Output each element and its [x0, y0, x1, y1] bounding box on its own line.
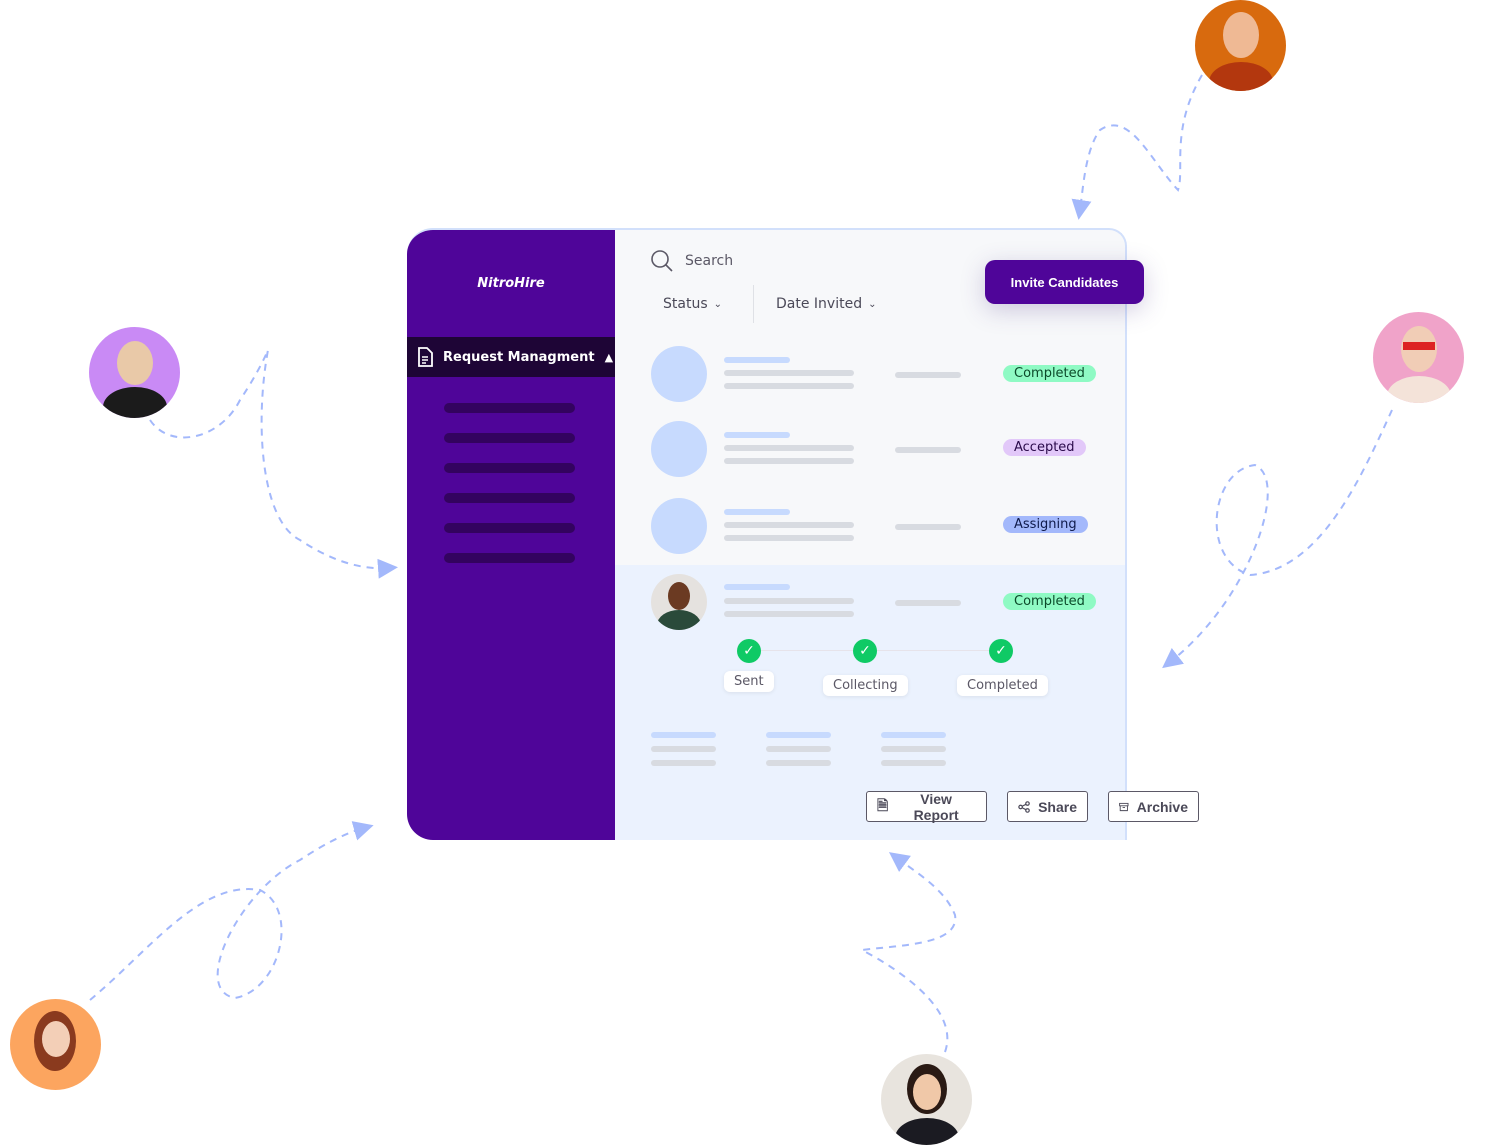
check-icon: ✓: [853, 639, 877, 663]
sidebar-item-label: Request Managment: [443, 349, 595, 365]
step-label-completed: Completed: [957, 675, 1048, 696]
progress-connector: [877, 650, 989, 651]
candidate-avatar: [651, 574, 707, 630]
sidebar-item-placeholder[interactable]: [444, 433, 575, 443]
status-badge: Completed: [1003, 593, 1096, 610]
button-label: View Report: [913, 790, 959, 823]
divider: [753, 285, 754, 323]
filter-label: Date Invited: [776, 296, 863, 312]
sidebar-item-placeholder[interactable]: [444, 523, 575, 533]
chevron-down-icon: ⌄: [868, 298, 877, 310]
table-row-expanded[interactable]: Completed: [651, 574, 1111, 630]
sidebar-item-placeholder[interactable]: [444, 463, 575, 473]
avatar-placeholder: [651, 421, 707, 477]
chevron-up-icon: ▲: [604, 350, 614, 364]
avatar-placeholder: [651, 498, 707, 554]
table-row[interactable]: Assigning: [651, 498, 1111, 554]
sidebar-item-placeholder[interactable]: [444, 403, 575, 413]
sidebar: NitroHire Request Managment ▲: [407, 230, 615, 840]
avatar-placeholder: [651, 346, 707, 402]
view-report-button[interactable]: 🗎 View Report: [866, 790, 987, 823]
candidate-photo-avatar: [10, 999, 101, 1090]
archive-icon: [1119, 802, 1129, 811]
search-icon: [651, 250, 673, 272]
candidate-photo-avatar: [89, 327, 180, 418]
check-icon: ✓: [989, 639, 1013, 663]
candidate-photo-avatar: [1195, 0, 1286, 91]
invite-candidates-button[interactable]: Invite Candidates: [985, 260, 1144, 304]
document-icon: 🗎: [877, 796, 889, 813]
sidebar-item-placeholder[interactable]: [444, 553, 575, 563]
candidate-photo-avatar: [881, 1054, 972, 1145]
status-filter[interactable]: Status ⌄: [663, 296, 722, 312]
sidebar-item-request-management[interactable]: Request Managment ▲: [407, 337, 615, 377]
search-placeholder: Search: [685, 253, 734, 269]
chevron-down-icon: ⌄: [713, 298, 723, 310]
table-row[interactable]: Accepted: [651, 421, 1111, 477]
share-button[interactable]: Share: [1007, 791, 1088, 822]
share-icon: [1018, 800, 1030, 813]
filter-label: Status: [663, 296, 708, 312]
progress-connector: [761, 650, 853, 651]
check-icon: ✓: [737, 639, 761, 663]
button-label: Archive: [1136, 798, 1188, 815]
button-label: Share: [1038, 798, 1077, 815]
status-badge: Completed: [1003, 365, 1096, 382]
candidate-photo-avatar: [1373, 312, 1464, 403]
step-label-sent: Sent: [724, 671, 774, 692]
status-badge: Accepted: [1003, 439, 1086, 456]
app-logo: NitroHire: [477, 276, 545, 291]
sidebar-item-placeholder[interactable]: [444, 493, 575, 503]
date-invited-filter[interactable]: Date Invited ⌄: [776, 296, 876, 312]
archive-button[interactable]: Archive: [1108, 791, 1199, 822]
search-input[interactable]: Search: [651, 250, 733, 272]
status-badge: Assigning: [1003, 516, 1088, 533]
step-label-collecting: Collecting: [823, 675, 908, 696]
table-row[interactable]: Completed: [651, 346, 1111, 402]
document-icon: [418, 347, 433, 367]
